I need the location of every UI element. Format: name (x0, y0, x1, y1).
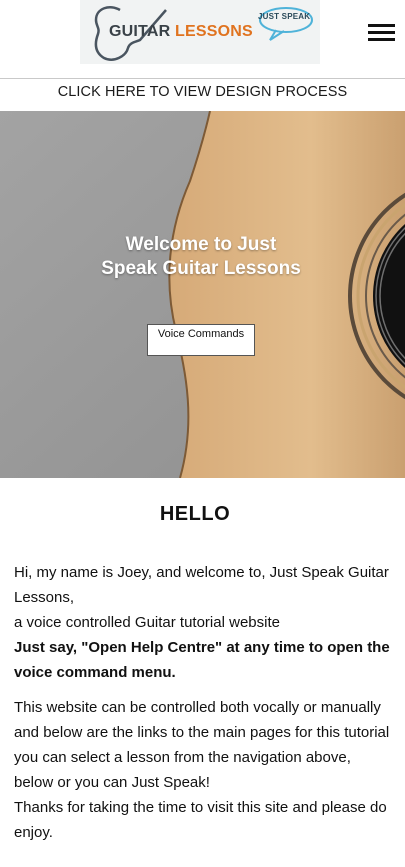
site-header: GUITAR LESSONS JUST SPEAK (0, 0, 405, 79)
voice-commands-button[interactable]: Voice Commands (147, 324, 255, 356)
voice-instruction-text: Just say, "Open Help Centre" at any time… (14, 639, 390, 681)
body-text: This website can be controlled both voca… (14, 699, 390, 791)
hero-title: Welcome to Just Speak Guitar Lessons (101, 234, 301, 279)
hamburger-menu-icon[interactable] (368, 24, 395, 42)
speech-bubble-icon (259, 7, 313, 41)
logo-word-lessons: LESSONS (175, 23, 253, 40)
hero-banner: Welcome to Just Speak Guitar Lessons Voi… (0, 111, 405, 478)
logo-wordmark: GUITAR LESSONS (109, 23, 253, 41)
page-heading: HELLO (159, 503, 231, 525)
intro-text: Hi, my name is Joey, and welcome to, Jus… (14, 564, 389, 606)
logo-word-guitar: GUITAR (109, 23, 171, 40)
logo-tagline: JUST SPEAK (258, 12, 311, 21)
intro-subtitle: a voice controlled Guitar tutorial websi… (14, 614, 280, 631)
thanks-text: Thanks for taking the time to visit this… (14, 799, 387, 841)
site-logo[interactable]: GUITAR LESSONS JUST SPEAK (80, 0, 320, 64)
design-process-link[interactable]: CLICK HERE TO VIEW DESIGN PROCESS (0, 79, 405, 110)
guitar-background-image (0, 111, 405, 478)
intro-content: Hi, my name is Joey, and welcome to, Jus… (14, 560, 394, 845)
